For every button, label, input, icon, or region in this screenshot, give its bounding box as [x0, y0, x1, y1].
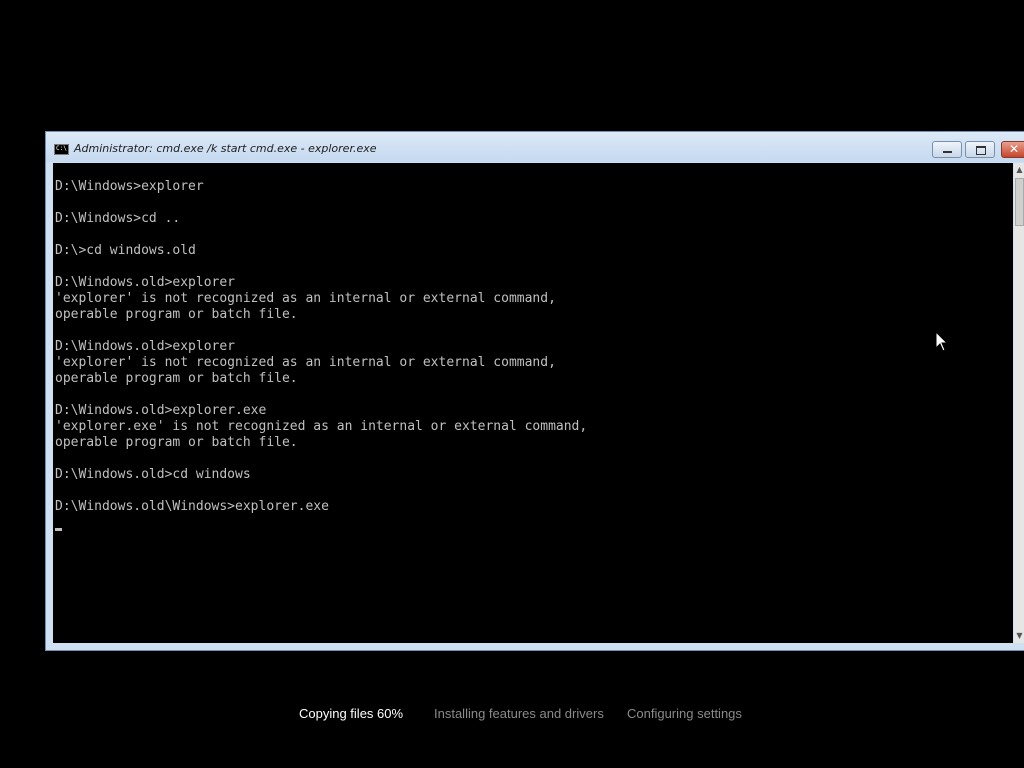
text-cursor [55, 528, 62, 531]
maximize-icon [976, 146, 986, 155]
title-bar[interactable]: C:\ Administrator: cmd.exe /k start cmd.… [46, 132, 1024, 162]
cmd-window[interactable]: C:\ Administrator: cmd.exe /k start cmd.… [45, 131, 1024, 651]
scroll-thumb[interactable] [1015, 178, 1024, 226]
scroll-down-arrow-icon[interactable]: ▼ [1014, 629, 1024, 643]
console-text: D:\Windows>explorer D:\Windows>cd .. D:\… [55, 179, 588, 514]
window-title: Administrator: cmd.exe /k start cmd.exe … [74, 142, 377, 155]
minimize-button[interactable] [932, 141, 962, 158]
console-output[interactable]: D:\Windows>explorer D:\Windows>cd .. D:\… [53, 163, 1013, 643]
close-button[interactable]: ✕ [1001, 141, 1024, 158]
setup-step-copying-files: Copying files 60% [299, 706, 404, 721]
close-icon: ✕ [1009, 142, 1020, 156]
setup-step-configuring-settings: Configuring settings [627, 706, 742, 721]
minimize-icon [943, 151, 952, 153]
setup-step-installing-features: Installing features and drivers [434, 706, 604, 721]
desktop-background: C:\ Administrator: cmd.exe /k start cmd.… [0, 0, 1024, 768]
cmd-icon: C:\ [54, 144, 69, 155]
mouse-pointer-icon [935, 331, 949, 352]
maximize-button[interactable] [965, 141, 995, 158]
vertical-scrollbar[interactable]: ▲ ▼ [1014, 163, 1024, 643]
scroll-up-arrow-icon[interactable]: ▲ [1014, 163, 1024, 177]
